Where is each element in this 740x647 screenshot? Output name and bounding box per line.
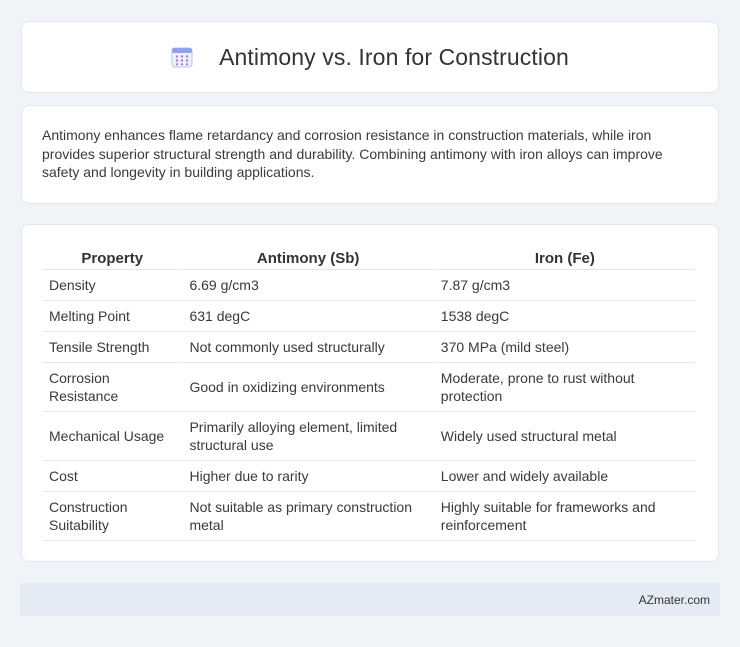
antimony-cell: Not suitable as primary construction met…	[183, 492, 433, 541]
iron-cell: Lower and widely available	[434, 461, 695, 492]
iron-cell: 7.87 g/cm3	[434, 270, 695, 301]
table-row: Density 6.69 g/cm3 7.87 g/cm3	[43, 270, 695, 301]
calendar-icon	[171, 46, 193, 68]
footer-bar: AZmater.com	[20, 583, 720, 616]
header-antimony: Antimony (Sb)	[183, 245, 433, 270]
antimony-cell: Higher due to rarity	[183, 461, 433, 492]
iron-cell: Widely used structural metal	[434, 412, 695, 461]
intro-card: Antimony enhances flame retardancy and c…	[21, 105, 719, 204]
table-card: Property Antimony (Sb) Iron (Fe) Density…	[21, 224, 719, 562]
property-cell: Construction Suitability	[43, 492, 182, 541]
property-cell: Tensile Strength	[43, 332, 182, 363]
property-cell: Cost	[43, 461, 182, 492]
antimony-cell: Not commonly used structurally	[183, 332, 433, 363]
comparison-table: Property Antimony (Sb) Iron (Fe) Density…	[41, 245, 697, 541]
table-row: Corrosion Resistance Good in oxidizing e…	[43, 363, 695, 412]
page-title: Antimony vs. Iron for Construction	[219, 43, 569, 70]
antimony-cell: Good in oxidizing environments	[183, 363, 433, 412]
property-cell: Corrosion Resistance	[43, 363, 182, 412]
table-row: Tensile Strength Not commonly used struc…	[43, 332, 695, 363]
iron-cell: Moderate, prone to rust without protecti…	[434, 363, 695, 412]
table-header-row: Property Antimony (Sb) Iron (Fe)	[43, 245, 695, 270]
footer-credit: AZmater.com	[638, 592, 710, 607]
header-card: Antimony vs. Iron for Construction	[21, 21, 719, 93]
property-cell: Density	[43, 270, 182, 301]
iron-cell: Highly suitable for frameworks and reinf…	[434, 492, 695, 541]
antimony-cell: Primarily alloying element, limited stru…	[183, 412, 433, 461]
title-wrap: Antimony vs. Iron for Construction	[171, 44, 569, 71]
property-cell: Mechanical Usage	[43, 412, 182, 461]
table-row: Mechanical Usage Primarily alloying elem…	[43, 412, 695, 461]
intro-text: Antimony enhances flame retardancy and c…	[42, 127, 663, 180]
iron-cell: 1538 degC	[434, 301, 695, 332]
antimony-cell: 631 degC	[183, 301, 433, 332]
header-iron: Iron (Fe)	[434, 245, 695, 270]
antimony-cell: 6.69 g/cm3	[183, 270, 433, 301]
header-property: Property	[43, 245, 182, 270]
table-row: Melting Point 631 degC 1538 degC	[43, 301, 695, 332]
table-row: Construction Suitability Not suitable as…	[43, 492, 695, 541]
iron-cell: 370 MPa (mild steel)	[434, 332, 695, 363]
property-cell: Melting Point	[43, 301, 182, 332]
table-row: Cost Higher due to rarity Lower and wide…	[43, 461, 695, 492]
